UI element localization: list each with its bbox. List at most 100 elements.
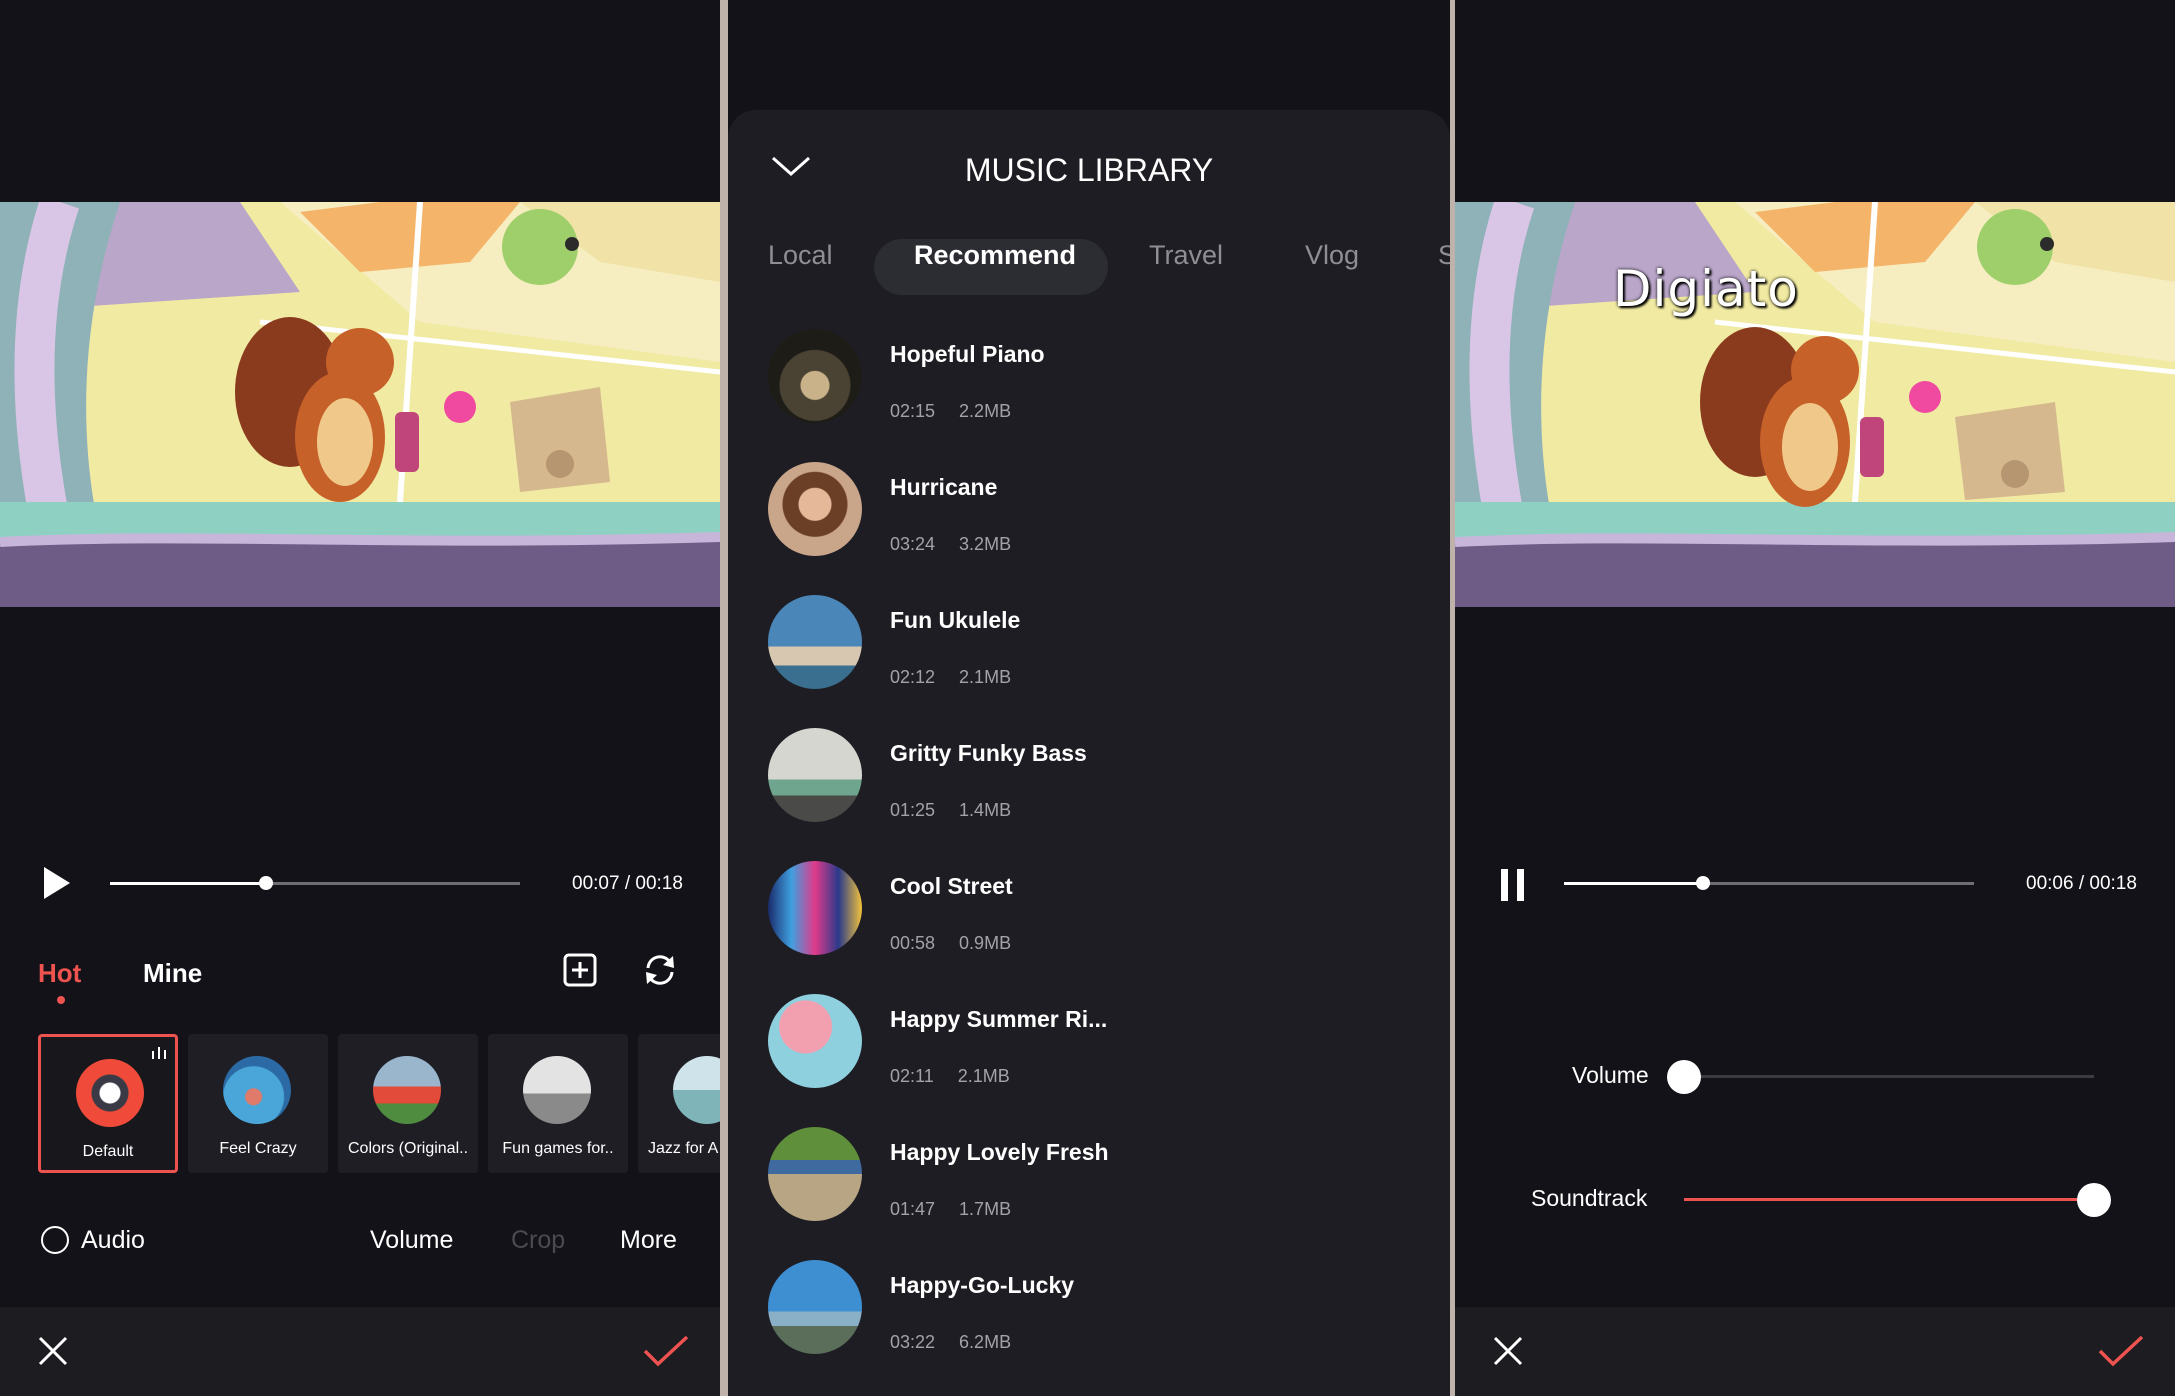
seek-bar-progress — [110, 882, 266, 885]
video-frame-illustration — [0, 202, 720, 607]
song-title: Cool Street — [890, 873, 1013, 899]
video-preview[interactable]: Digiato — [1455, 202, 2175, 607]
track-label: Feel Crazy — [219, 1140, 297, 1157]
song-cover — [768, 1127, 862, 1221]
tab-local[interactable]: Local — [768, 240, 833, 271]
song-row[interactable]: Happy-Go-Lucky 03:22 6.2MB — [768, 1260, 1428, 1370]
volume-label: Volume — [1572, 1062, 1649, 1088]
song-row[interactable]: Cool Street 00:58 0.9MB — [768, 861, 1428, 971]
song-meta: 02:12 2.1MB — [890, 667, 1011, 688]
bottom-action-bar — [0, 1307, 720, 1396]
seek-bar-handle[interactable] — [259, 876, 273, 890]
left-editor-panel: 00:07 / 00:18 Hot Mine Default Feel Craz… — [0, 0, 720, 1396]
seek-bar-progress — [1564, 882, 1703, 885]
volume-slider[interactable] — [1667, 1060, 2094, 1094]
volume-slider-handle[interactable] — [1667, 1060, 1701, 1094]
track-label: Fun games for.. — [502, 1140, 614, 1157]
more-button[interactable]: More — [620, 1226, 677, 1255]
track-label: Default — [82, 1143, 134, 1160]
song-row[interactable]: Hurricane 03:24 3.2MB — [768, 462, 1428, 572]
pause-icon[interactable] — [1493, 865, 1533, 905]
song-cover — [768, 1260, 862, 1354]
soundtrack-slider-handle[interactable] — [2077, 1183, 2111, 1217]
seek-bar[interactable] — [110, 876, 520, 890]
soundtrack-slider[interactable] — [1684, 1183, 2111, 1217]
song-size: 1.7MB — [959, 1199, 1012, 1219]
volume-button[interactable]: Volume — [370, 1226, 453, 1255]
right-editor-panel: Digiato 00:06 / 00:18 Volume Soundtrack — [1455, 0, 2175, 1396]
song-cover — [768, 994, 862, 1088]
music-tile-default[interactable]: Default — [38, 1034, 178, 1173]
playback-time: 00:07 / 00:18 — [572, 873, 683, 894]
track-thumbnail — [523, 1056, 591, 1124]
refresh-icon[interactable] — [640, 950, 680, 990]
song-size: 1.4MB — [959, 800, 1012, 820]
song-title: Gritty Funky Bass — [890, 740, 1087, 766]
song-title: Fun Ukulele — [890, 607, 1021, 633]
confirm-check-icon[interactable] — [2097, 1333, 2145, 1369]
music-tile-fun-games[interactable]: Fun games for.. — [488, 1034, 628, 1173]
play-icon[interactable] — [36, 863, 76, 903]
music-tile-colors[interactable]: Colors (Original.. — [338, 1034, 478, 1173]
track-thumbnail — [76, 1059, 144, 1127]
song-row[interactable]: Fun Ukulele 02:12 2.1MB — [768, 595, 1428, 705]
song-row[interactable]: Hopeful Piano 02:15 2.2MB — [768, 329, 1428, 439]
active-tab-indicator — [57, 996, 65, 1004]
confirm-check-icon[interactable] — [642, 1333, 690, 1369]
track-thumbnail — [223, 1056, 291, 1124]
song-row[interactable]: Gritty Funky Bass 01:25 1.4MB — [768, 728, 1428, 838]
seek-bar-handle[interactable] — [1696, 876, 1710, 890]
video-frame-illustration — [1455, 202, 2175, 607]
music-tile-jazz[interactable]: Jazz for A — [638, 1034, 720, 1173]
song-duration: 02:12 — [890, 667, 936, 687]
soundtrack-label: Soundtrack — [1531, 1185, 1648, 1211]
track-thumbnail — [373, 1056, 441, 1124]
playback-time: 00:06 / 00:18 — [2026, 873, 2137, 894]
song-size: 2.1MB — [957, 1066, 1010, 1086]
watermark-text[interactable]: Digiato — [1613, 260, 1799, 318]
video-preview[interactable] — [0, 202, 720, 607]
track-thumbnail — [673, 1056, 720, 1124]
song-row[interactable]: Happy Summer Ri... 02:11 2.1MB — [768, 994, 1428, 1104]
add-music-icon[interactable] — [560, 950, 600, 990]
song-duration: 02:11 — [890, 1066, 934, 1086]
close-icon[interactable] — [1491, 1334, 1525, 1368]
song-title: Happy-Go-Lucky — [890, 1272, 1075, 1298]
song-meta: 03:22 6.2MB — [890, 1332, 1011, 1353]
song-meta: 00:58 0.9MB — [890, 933, 1011, 954]
song-meta: 01:47 1.7MB — [890, 1199, 1011, 1220]
music-library-panel: MUSIC LIBRARY Local Recommend Travel Vlo… — [728, 0, 1450, 1396]
song-meta: 02:11 2.1MB — [890, 1066, 1010, 1087]
crop-button[interactable]: Crop — [511, 1226, 565, 1255]
tab-recommend[interactable]: Recommend — [914, 240, 1076, 271]
tab-partial[interactable]: S — [1438, 240, 1450, 271]
tab-mine[interactable]: Mine — [143, 958, 202, 989]
music-library-sheet: MUSIC LIBRARY Local Recommend Travel Vlo… — [728, 110, 1450, 1396]
tab-vlog[interactable]: Vlog — [1305, 240, 1359, 271]
tab-hot[interactable]: Hot — [38, 958, 81, 989]
track-label: Colors (Original.. — [347, 1140, 469, 1157]
song-cover — [768, 329, 862, 423]
song-cover — [768, 595, 862, 689]
bottom-action-bar — [1455, 1307, 2175, 1396]
song-row[interactable]: Happy Lovely Fresh 01:47 1.7MB — [768, 1127, 1428, 1237]
song-duration: 01:47 — [890, 1199, 936, 1219]
song-meta: 03:24 3.2MB — [890, 534, 1011, 555]
song-duration: 03:22 — [890, 1332, 936, 1352]
audio-label: Audio — [81, 1226, 145, 1254]
music-tile-feel-crazy[interactable]: Feel Crazy — [188, 1034, 328, 1173]
track-label: Jazz for A — [648, 1140, 719, 1157]
seek-bar[interactable] — [1564, 876, 1974, 890]
audio-radio-button[interactable] — [41, 1226, 69, 1254]
song-size: 6.2MB — [959, 1332, 1012, 1352]
song-size: 3.2MB — [959, 534, 1012, 554]
song-cover — [768, 861, 862, 955]
song-duration: 03:24 — [890, 534, 936, 554]
close-icon[interactable] — [36, 1334, 70, 1368]
song-meta: 01:25 1.4MB — [890, 800, 1011, 821]
song-size: 2.1MB — [959, 667, 1012, 687]
song-duration: 01:25 — [890, 800, 936, 820]
song-cover — [768, 728, 862, 822]
tab-travel[interactable]: Travel — [1149, 240, 1223, 271]
soundtrack-slider-fill — [1684, 1198, 2094, 1201]
